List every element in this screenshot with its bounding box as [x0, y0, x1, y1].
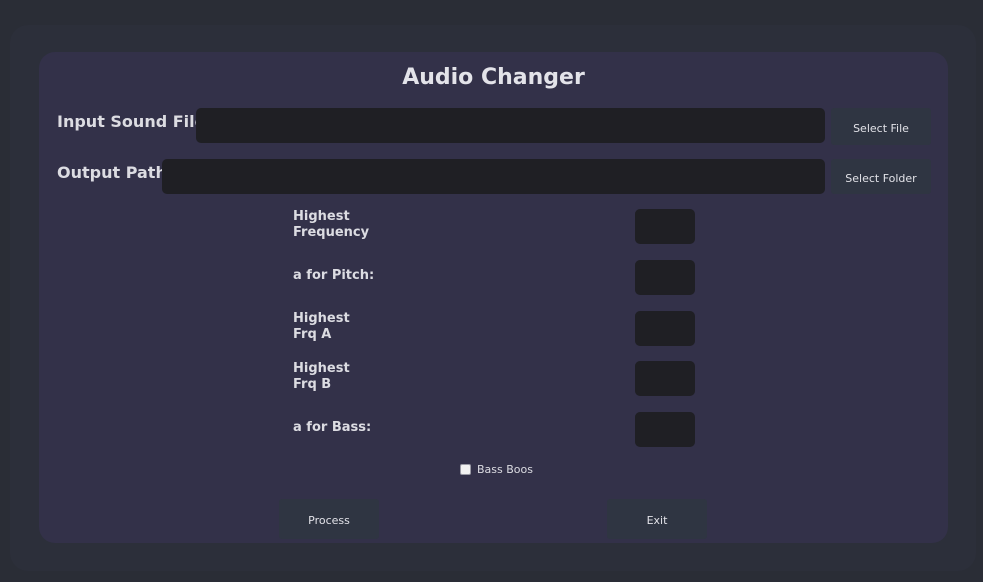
- bass-boost-label: Bass Boos: [477, 462, 533, 476]
- bass-boost-option[interactable]: Bass Boos: [460, 461, 533, 477]
- app-title: Audio Changer: [402, 65, 585, 90]
- highest-frq-a-input[interactable]: [635, 311, 695, 346]
- bass-a-label: a for Bass:: [293, 420, 372, 435]
- input-file-label: Input Sound File: [57, 112, 206, 131]
- highest-frq-a-label: Highest Frq A: [293, 311, 350, 342]
- input-file-field[interactable]: [196, 108, 825, 143]
- bass-boost-checkbox[interactable]: [460, 463, 471, 475]
- highest-frequency-input[interactable]: [635, 209, 695, 244]
- select-folder-button[interactable]: Select Folder: [831, 159, 931, 194]
- pitch-a-label: a for Pitch:: [293, 268, 375, 283]
- exit-button[interactable]: Exit: [607, 499, 707, 539]
- process-button[interactable]: Process: [279, 499, 379, 539]
- bass-a-input[interactable]: [635, 412, 695, 447]
- highest-frequency-label: Highest Frequency: [293, 209, 370, 240]
- select-file-button[interactable]: Select File: [831, 108, 931, 145]
- highest-frq-b-label: Highest Frq B: [293, 361, 350, 392]
- pitch-a-input[interactable]: [635, 260, 695, 295]
- output-path-label: Output Path: [57, 163, 167, 182]
- output-path-field[interactable]: [162, 159, 825, 194]
- highest-frq-b-input[interactable]: [635, 361, 695, 396]
